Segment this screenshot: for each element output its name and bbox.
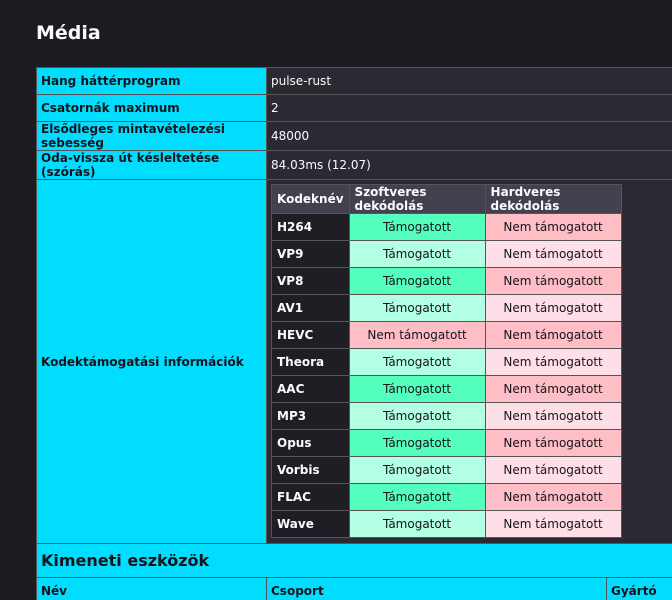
software-decoding-status: Támogatott [348,240,486,268]
software-decoding-status: Támogatott [348,429,486,457]
codec-table-body: H264 Támogatott Nem támogatott VP9 Támogatot… [271,213,622,538]
codec-table: Kodeknév Szoftveres dekódolás Hardveres … [271,184,622,538]
info-label: Oda-vissza út késleltetése (szórás) [36,150,267,180]
hardware-decoding-status: Nem támogatott [484,321,622,349]
hardware-decoding-status: Nem támogatott [484,510,622,538]
software-decoding-status: Nem támogatott [348,321,486,349]
codec-row: HEVC Nem támogatott Nem támogatott [271,321,622,349]
info-label: Elsődleges mintavételezési sebesség [36,121,267,151]
codec-row: VP8 Támogatott Nem támogatott [271,267,622,295]
codec-header-name: Kodeknév [271,184,350,214]
codec-row: MP3 Támogatott Nem támogatott [271,402,622,430]
hardware-decoding-status: Nem támogatott [484,348,622,376]
codec-header-hardware: Hardveres dekódolás [484,184,622,214]
software-decoding-status: Támogatott [348,375,486,403]
info-row-codec-support: Kodektámogatási információk Kodeknév Szo… [36,179,672,544]
column-header-name: Név [36,577,267,600]
codec-name: Vorbis [271,456,350,484]
hardware-decoding-status: Nem támogatott [484,483,622,511]
column-header-vendor: Gyártó [606,577,672,600]
codec-row: Vorbis Támogatott Nem támogatott [271,456,622,484]
software-decoding-status: Támogatott [348,267,486,295]
codec-row: Opus Támogatott Nem támogatott [271,429,622,457]
info-value: 48000 [266,121,672,151]
codec-row: AV1 Támogatott Nem támogatott [271,294,622,322]
output-devices-header: Név Csoport Gyártó [36,577,672,600]
hardware-decoding-status: Nem támogatott [484,213,622,241]
hardware-decoding-status: Nem támogatott [484,429,622,457]
codec-row: AAC Támogatott Nem támogatott [271,375,622,403]
info-value: 2 [266,94,672,122]
codec-name: FLAC [271,483,350,511]
codec-name: Theora [271,348,350,376]
hardware-decoding-status: Nem támogatott [484,294,622,322]
media-info-table: Hang háttérprogram pulse-rust Csatornák … [36,67,672,600]
codec-name: VP9 [271,240,350,268]
info-value: 84.03ms (12.07) [266,150,672,180]
hardware-decoding-status: Nem támogatott [484,267,622,295]
info-label: Hang háttérprogram [36,67,267,95]
codec-name: VP8 [271,267,350,295]
codec-row: VP9 Támogatott Nem támogatott [271,240,622,268]
codec-row: Wave Támogatott Nem támogatott [271,510,622,538]
hardware-decoding-status: Nem támogatott [484,456,622,484]
codec-name: AV1 [271,294,350,322]
software-decoding-status: Támogatott [348,348,486,376]
codec-cell: Kodeknév Szoftveres dekódolás Hardveres … [266,179,672,544]
hardware-decoding-status: Nem támogatott [484,402,622,430]
software-decoding-status: Támogatott [348,294,486,322]
codec-name: Opus [271,429,350,457]
hardware-decoding-status: Nem támogatott [484,240,622,268]
codec-header-row: Kodeknév Szoftveres dekódolás Hardveres … [271,184,622,214]
info-label: Csatornák maximum [36,94,267,122]
codec-row: Theora Támogatott Nem támogatott [271,348,622,376]
codec-row: FLAC Támogatott Nem támogatott [271,483,622,511]
codec-name: MP3 [271,402,350,430]
codec-name: HEVC [271,321,350,349]
section-title: Kimeneti eszközök [36,543,672,578]
output-devices-section: Kimeneti eszközök [36,543,672,578]
software-decoding-status: Támogatott [348,483,486,511]
software-decoding-status: Támogatott [348,456,486,484]
software-decoding-status: Támogatott [348,510,486,538]
codec-name: AAC [271,375,350,403]
codec-row: H264 Támogatott Nem támogatott [271,213,622,241]
info-row-audio-backend: Hang háttérprogram pulse-rust [36,67,672,95]
column-header-group: Csoport [266,577,607,600]
software-decoding-status: Támogatott [348,213,486,241]
media-page: Média Hang háttérprogram pulse-rust Csat… [0,0,672,600]
codec-name: Wave [271,510,350,538]
info-value: pulse-rust [266,67,672,95]
software-decoding-status: Támogatott [348,402,486,430]
page-title: Média [36,22,101,44]
info-label: Kodektámogatási információk [36,179,267,544]
hardware-decoding-status: Nem támogatott [484,375,622,403]
codec-header-software: Szoftveres dekódolás [348,184,486,214]
codec-name: H264 [271,213,350,241]
info-row-sample-rate: Elsődleges mintavételezési sebesség 4800… [36,121,672,151]
info-row-max-channels: Csatornák maximum 2 [36,94,672,122]
info-row-roundtrip-latency: Oda-vissza út késleltetése (szórás) 84.0… [36,150,672,180]
